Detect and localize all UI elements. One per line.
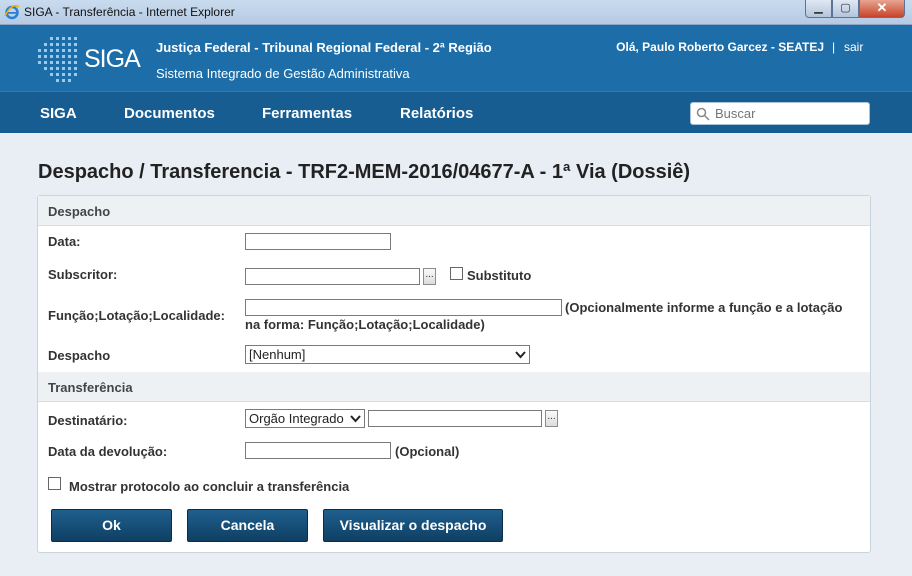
main-nav: SIGA Documentos Ferramentas Relatórios bbox=[0, 91, 912, 133]
despacho-select[interactable]: [Nenhum] bbox=[245, 345, 530, 364]
funcao-input[interactable] bbox=[245, 299, 562, 316]
user-greeting: Olá, Paulo Roberto Garcez - SEATEJ bbox=[616, 40, 824, 54]
maximize-icon: ▢ bbox=[840, 2, 851, 14]
minimize-button[interactable]: ▁ bbox=[805, 0, 832, 18]
ok-button[interactable]: Ok bbox=[51, 509, 172, 542]
app-header: SIGA Justiça Federal - Tribunal Regional… bbox=[0, 25, 912, 91]
logout-link[interactable]: sair bbox=[844, 40, 863, 54]
header-separator: | bbox=[832, 40, 836, 54]
search-box[interactable] bbox=[690, 102, 870, 125]
section-despacho-title: Despacho bbox=[48, 204, 111, 219]
mostrar-protocolo-checkbox[interactable] bbox=[48, 477, 61, 490]
substituto-checkbox[interactable] bbox=[450, 267, 463, 280]
siga-logo[interactable]: SIGA bbox=[36, 35, 141, 83]
section-transferencia: Transferência bbox=[38, 372, 870, 402]
window-title: SIGA - Transferência - Internet Explorer bbox=[24, 5, 235, 19]
nav-item-siga[interactable]: SIGA bbox=[40, 105, 77, 122]
internet-explorer-icon bbox=[4, 4, 20, 20]
logo-dots-icon bbox=[38, 37, 77, 82]
destinatario-type-select[interactable]: Orgão Integrado bbox=[245, 409, 365, 428]
despacho-label: Despacho bbox=[48, 348, 111, 363]
data-label: Data: bbox=[48, 234, 81, 249]
nav-item-documentos[interactable]: Documentos bbox=[124, 105, 215, 122]
minimize-icon: ▁ bbox=[814, 2, 823, 14]
mostrar-protocolo-label: Mostrar protocolo ao concluir a transfer… bbox=[69, 479, 350, 494]
funcao-note-line1: (Opcionalmente informe a função e a lota… bbox=[565, 300, 843, 315]
nav-item-relatorios[interactable]: Relatórios bbox=[400, 105, 473, 122]
destinatario-search-button[interactable]: ... bbox=[545, 410, 558, 427]
close-window-button[interactable]: ✕ bbox=[859, 0, 905, 18]
system-name: Sistema Integrado de Gestão Administrati… bbox=[156, 66, 410, 81]
funcao-note-line2: na forma: Função;Lotação;Localidade) bbox=[245, 317, 485, 332]
nav-item-ferramentas[interactable]: Ferramentas bbox=[262, 105, 352, 122]
data-input[interactable] bbox=[245, 233, 391, 250]
subscritor-input[interactable] bbox=[245, 268, 420, 285]
logo-text: SIGA bbox=[84, 45, 141, 73]
destinatario-input[interactable] bbox=[368, 410, 542, 427]
funcao-label: Função;Lotação;Localidade: bbox=[48, 308, 225, 323]
destinatario-type-value: Orgão Integrado bbox=[249, 411, 344, 426]
window-titlebar: SIGA - Transferência - Internet Explorer… bbox=[0, 0, 912, 25]
subscritor-label: Subscritor: bbox=[48, 267, 118, 282]
section-despacho: Despacho bbox=[38, 196, 870, 226]
form-card: Despacho Data: Subscritor: ... Substitut… bbox=[37, 195, 871, 553]
devolucao-label: Data da devolução: bbox=[48, 444, 168, 459]
preview-despacho-button[interactable]: Visualizar o despacho bbox=[323, 509, 503, 542]
chevron-down-icon bbox=[350, 415, 361, 423]
search-icon bbox=[696, 107, 710, 121]
maximize-button[interactable]: ▢ bbox=[832, 0, 859, 18]
devolucao-note: (Opcional) bbox=[395, 444, 460, 459]
devolucao-input[interactable] bbox=[245, 442, 391, 459]
despacho-selected-value: [Nenhum] bbox=[249, 347, 306, 362]
destinatario-label: Destinatário: bbox=[48, 413, 128, 428]
search-input[interactable] bbox=[715, 105, 865, 122]
cancel-button[interactable]: Cancela bbox=[187, 509, 308, 542]
page-title: Despacho / Transferencia - TRF2-MEM-2016… bbox=[38, 161, 691, 183]
section-transferencia-title: Transferência bbox=[48, 380, 133, 395]
substituto-label: Substituto bbox=[467, 268, 532, 283]
org-name: Justiça Federal - Tribunal Regional Fede… bbox=[156, 40, 492, 55]
subscritor-search-button[interactable]: ... bbox=[423, 268, 436, 285]
content-area: Despacho / Transferencia - TRF2-MEM-2016… bbox=[0, 133, 912, 576]
close-icon: ✕ bbox=[876, 0, 888, 15]
chevron-down-icon bbox=[515, 351, 526, 359]
